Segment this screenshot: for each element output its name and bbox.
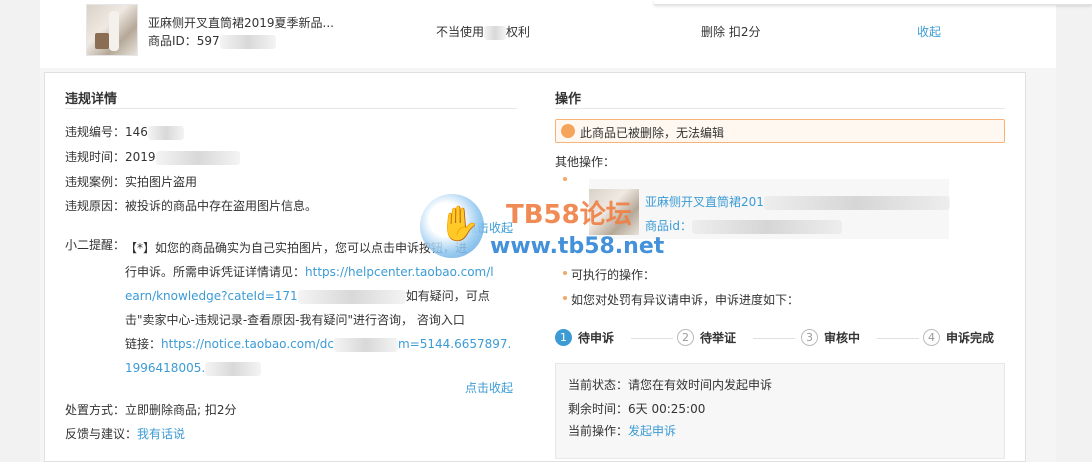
appeal-steps: 1 待申诉 2 待举证 3 审核中 4 申诉完成 (555, 329, 1005, 349)
penalty: 删除 扣2分 (701, 25, 761, 39)
warning-icon (561, 124, 575, 138)
violation-case: 违规案例：实拍图片盗用 (65, 175, 198, 189)
related-product-id: 商品id： (645, 217, 842, 234)
collapse-link-small[interactable]: 点击收起 (465, 219, 513, 236)
step-connector (877, 338, 919, 339)
product-thumbnail[interactable] (86, 4, 138, 56)
redacted-blur (691, 219, 842, 234)
step-pending-evidence: 2 待举证 (677, 329, 736, 346)
redacted-blur (219, 34, 276, 49)
related-product-title[interactable]: 亚麻侧开叉直筒裙201 (645, 193, 950, 210)
redacted-blur (297, 289, 406, 304)
other-ops-label: 其他操作： (555, 155, 616, 169)
appeal-status-box: 当前状态：请您在有效时间内发起申诉 剩余时间：6天 00:25:00 当前操作：… (555, 363, 1005, 459)
collapse-link[interactable]: 收起 (917, 23, 941, 40)
feedback-link[interactable]: 我有话说 (137, 427, 185, 441)
bullet-icon (563, 271, 567, 275)
exec-ops-label: 可执行的操作： (571, 268, 656, 282)
product-thumbnail (589, 189, 639, 235)
step-connector (631, 338, 673, 339)
divider (65, 108, 517, 109)
deleted-alert: 此商品已被删除，无法编辑 (555, 119, 1005, 143)
current-state: 当前状态：请您在有效时间内发起申诉 (568, 378, 773, 392)
redacted-blur (763, 195, 950, 210)
step-complete: 4 申诉完成 (923, 329, 994, 346)
related-product-card[interactable]: 亚麻侧开叉直筒裙201 商品id： (589, 179, 950, 239)
operations-title: 操作 (555, 92, 582, 107)
reminder-text: 【*】如您的商品确实为自己实拍图片，您可以点击申诉按钮，进 行申诉。所需申诉凭证… (125, 241, 512, 376)
details-title: 违规详情 (65, 92, 118, 107)
product-title[interactable]: 亚麻侧开叉直筒裙2019夏季新品... (148, 14, 334, 31)
step-pending-appeal: 1 待申诉 (555, 329, 614, 346)
collapse-link-bottom[interactable]: 点击收起 (465, 379, 513, 396)
redacted-blur (155, 150, 240, 165)
current-operation: 当前操作：发起申诉 (568, 424, 677, 438)
bullet-icon (563, 296, 567, 300)
step-reviewing: 3 审核中 (801, 329, 860, 346)
start-appeal-link[interactable]: 发起申诉 (628, 424, 676, 438)
feedback: 反馈与建议：我有话说 (65, 427, 186, 441)
help-link[interactable]: https://helpcenter.taobao.com/l (305, 265, 494, 279)
inquiry-link[interactable]: https://notice.taobao.com/dc (161, 337, 334, 351)
redacted-blur (484, 25, 507, 40)
handling-method: 处置方式：立即删除商品; 扣2分 (65, 403, 237, 417)
divider (555, 108, 1005, 109)
dropdown-panel-edge (654, 0, 1092, 5)
redacted-blur (147, 125, 184, 140)
bullet-icon (563, 177, 567, 181)
redacted-blur (205, 361, 262, 376)
violation-type: 不当使用 权利 (436, 25, 531, 40)
product-id: 商品ID：597 (148, 32, 276, 49)
step-connector (753, 338, 795, 339)
violation-time: 违规时间：2019 (65, 148, 240, 165)
remaining-time: 剩余时间：6天 00:25:00 (568, 402, 706, 416)
appeal-progress-label: 如您对处罚有异议请申诉，申诉进度如下： (571, 293, 800, 307)
violation-item-row: 亚麻侧开叉直筒裙2019夏季新品... 商品ID：597 不当使用 权利 删除 扣… (40, 0, 1056, 68)
violation-detail-panel: 违规详情 违规编号：146 违规时间：2019 违规案例：实拍图片盗用 违规原因… (44, 72, 1026, 462)
violation-reason: 违规原因：被投诉的商品中存在盗用图片信息。 (65, 199, 318, 213)
violation-number: 违规编号：146 (65, 123, 184, 140)
reminder-label: 小二提醒： (65, 238, 126, 252)
redacted-blur (334, 337, 399, 352)
